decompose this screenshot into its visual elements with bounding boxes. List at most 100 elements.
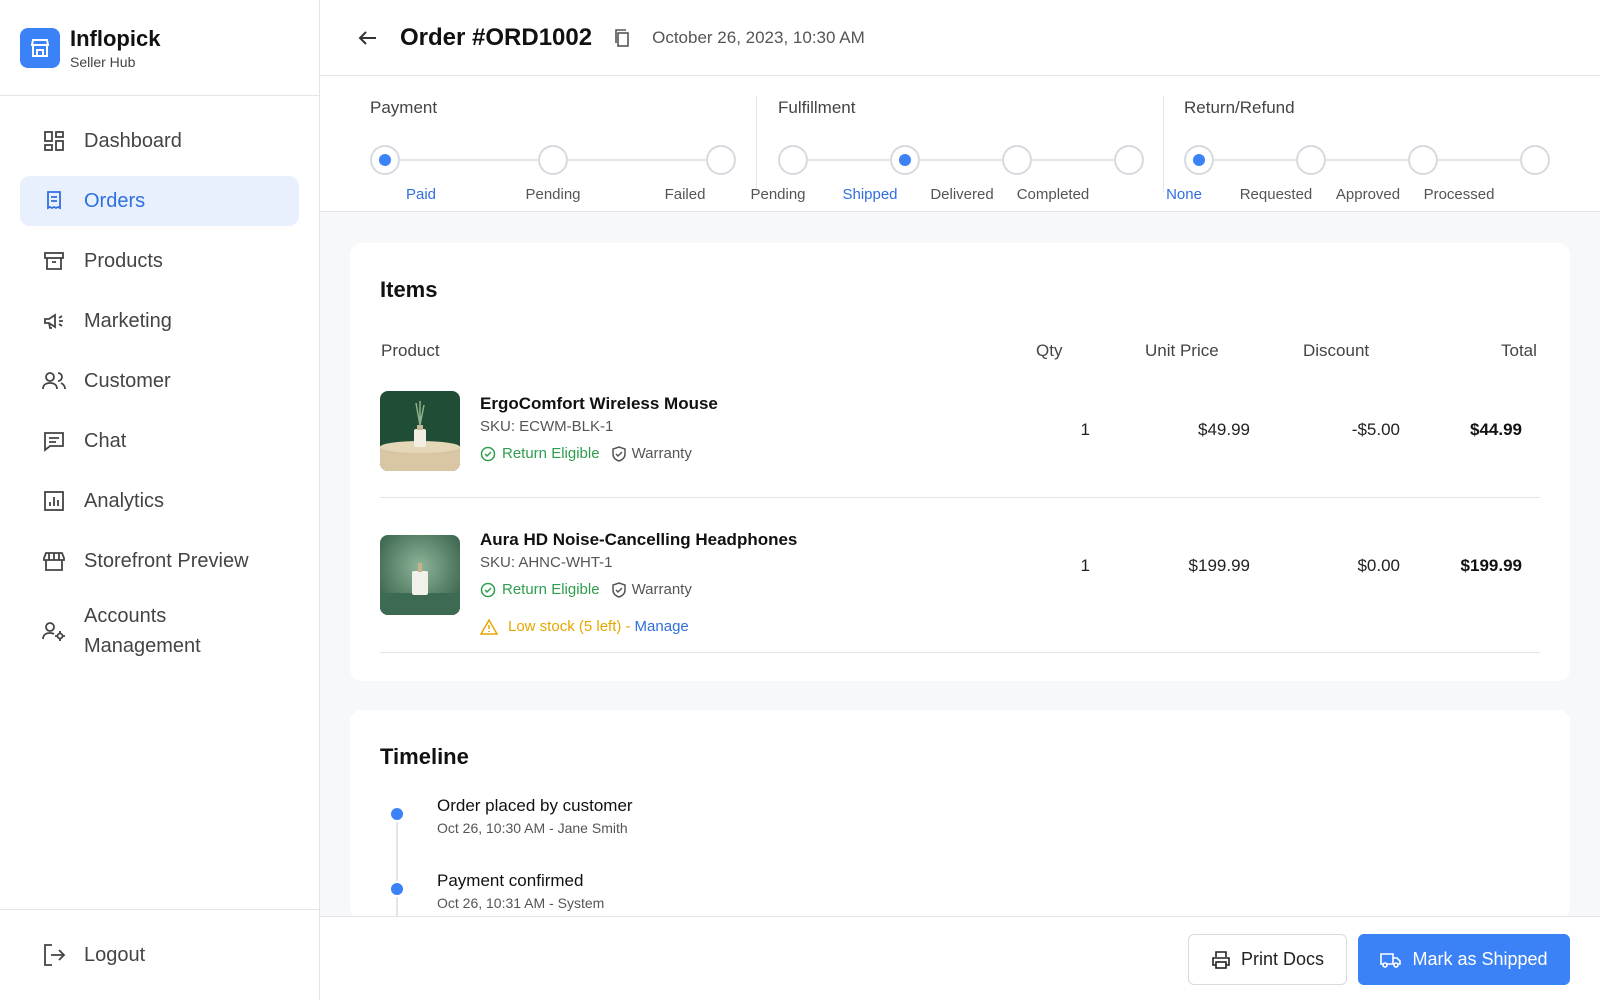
timeline-event-title: Order placed by customer (437, 796, 633, 815)
product-tags: Return Eligible Warranty (480, 445, 692, 462)
sidebar-item-label: Analytics (84, 490, 165, 512)
back-button[interactable] (352, 22, 384, 54)
logout-button[interactable]: Logout (0, 909, 319, 1000)
items-title: Items (380, 277, 438, 302)
return-eligible-tag: Return Eligible (480, 445, 600, 462)
sidebar-item-label: Orders (84, 190, 146, 212)
return-status-title: Return/Refund (1184, 98, 1295, 117)
step-requested[interactable] (1296, 145, 1326, 175)
mark-as-shipped-button[interactable]: Mark as Shipped (1358, 934, 1570, 985)
timeline-dot (389, 881, 405, 897)
low-stock-warning: Low stock (5 left) - Manage (480, 618, 689, 635)
return-eligible-tag: Return Eligible (480, 581, 600, 598)
manage-stock-link[interactable]: Manage (635, 618, 689, 635)
warranty-tag: Warranty (611, 445, 692, 462)
fulfillment-status-title: Fulfillment (778, 98, 856, 117)
item-total: $44.99 (1470, 420, 1522, 439)
table-row[interactable]: Aura HD Noise-Cancelling Headphones SKU:… (380, 498, 1540, 653)
step-pending[interactable] (538, 145, 568, 175)
sidebar-item-dashboard[interactable]: Dashboard (20, 116, 299, 166)
timeline-event-meta: Oct 26, 10:30 AM - Jane Smith (437, 820, 628, 836)
logout-label: Logout (84, 943, 146, 966)
step-delivered[interactable] (1002, 145, 1032, 175)
arrow-left-icon (358, 30, 376, 45)
action-footer: Print Docs Mark as Shipped (320, 916, 1600, 1000)
shield-check-icon (611, 581, 626, 598)
step-approved[interactable] (1408, 145, 1438, 175)
check-circle-icon (480, 446, 496, 461)
warranty-label: Warranty (631, 445, 692, 462)
payment-status: Payment Paid Pending Failed (370, 98, 736, 203)
low-stock-text: Low stock (5 left) - (508, 618, 631, 635)
sidebar-item-label: Marketing (84, 310, 172, 332)
column-header-unit-price: Unit Price (1145, 341, 1219, 360)
item-unit-price: $49.99 (1198, 420, 1250, 439)
divider (1163, 96, 1164, 192)
column-header-product: Product (381, 341, 440, 360)
timeline-dot (389, 806, 405, 822)
brand-name: Inflopick (70, 25, 161, 51)
item-qty: 1 (1080, 556, 1090, 575)
step-label-approved: Approved (1335, 186, 1401, 203)
column-header-total: Total (1501, 341, 1537, 360)
storefront-icon (40, 547, 68, 575)
users-icon (40, 367, 68, 395)
product-sku: SKU: AHNC-WHT-1 (480, 554, 613, 571)
archive-icon (40, 247, 68, 275)
timeline-event-meta: Oct 26, 10:31 AM - System (437, 895, 605, 911)
sidebar-item-products[interactable]: Products (20, 236, 299, 286)
warranty-tag: Warranty (611, 581, 692, 598)
sidebar-item-analytics[interactable]: Analytics (20, 476, 299, 526)
item-discount: $0.00 (1357, 556, 1400, 575)
sidebar: Inflopick Seller Hub Dashboard Orders Pr… (0, 0, 320, 1000)
user-settings-icon (40, 617, 68, 645)
warranty-label: Warranty (631, 581, 692, 598)
step-label-requested: Requested (1239, 186, 1313, 203)
sidebar-item-storefront-preview[interactable]: Storefront Preview (20, 536, 299, 586)
item-discount: -$5.00 (1351, 420, 1400, 439)
return-steps: None Requested Approved Processed (1166, 118, 1564, 203)
return-status: Return/Refund None Requested Approved Pr… (1166, 98, 1564, 203)
fulfillment-steps: Pending Shipped Delivered Completed (750, 118, 1144, 203)
sidebar-item-label: Chat (84, 430, 127, 452)
step-shipped[interactable] (890, 145, 920, 175)
order-date: October 26, 2023, 10:30 AM (652, 27, 865, 47)
print-docs-label: Print Docs (1240, 949, 1325, 969)
sidebar-item-customer[interactable]: Customer (20, 356, 299, 406)
step-completed[interactable] (1114, 145, 1144, 175)
order-header: Order #ORD1002 October 26, 2023, 10:30 A… (320, 0, 1600, 76)
product-name[interactable]: Aura HD Noise-Cancelling Headphones (480, 530, 797, 550)
sidebar-item-marketing[interactable]: Marketing (20, 296, 299, 346)
step-failed[interactable] (706, 145, 736, 175)
brand-subtitle: Seller Hub (70, 53, 136, 70)
payment-steps: Paid Pending Failed (370, 118, 736, 203)
step-label-processed: Processed (1423, 186, 1495, 203)
copy-button[interactable] (610, 26, 634, 50)
product-name[interactable]: ErgoComfort Wireless Mouse (480, 394, 718, 414)
truck-icon (1380, 952, 1402, 968)
table-row[interactable]: ErgoComfort Wireless Mouse SKU: ECWM-BLK… (380, 378, 1540, 498)
timeline-event-title: Payment confirmed (437, 871, 584, 890)
product-sku: SKU: ECWM-BLK-1 (480, 418, 614, 435)
step-line (793, 159, 1129, 161)
printer-icon (1212, 950, 1230, 969)
print-docs-button[interactable]: Print Docs (1188, 934, 1347, 985)
product-image (380, 391, 460, 471)
sidebar-item-orders[interactable]: Orders (20, 176, 299, 226)
store-logo-icon (20, 27, 60, 68)
step-none[interactable] (1184, 145, 1214, 175)
warning-icon (480, 618, 498, 635)
step-processed[interactable] (1520, 145, 1550, 175)
column-header-qty: Qty (1036, 341, 1063, 360)
sidebar-item-accounts-management[interactable]: Accounts Management (20, 596, 299, 666)
payment-status-title: Payment (370, 98, 438, 117)
step-label-pending: Pending (750, 186, 806, 203)
step-pending[interactable] (778, 145, 808, 175)
step-paid[interactable] (370, 145, 400, 175)
sidebar-item-chat[interactable]: Chat (20, 416, 299, 466)
product-tags: Return Eligible Warranty (480, 581, 692, 598)
sidebar-item-label: Accounts Management (84, 605, 201, 657)
logout-icon (40, 941, 68, 969)
sidebar-nav: Dashboard Orders Products Marketing Cust… (0, 96, 319, 666)
megaphone-icon (40, 307, 68, 335)
